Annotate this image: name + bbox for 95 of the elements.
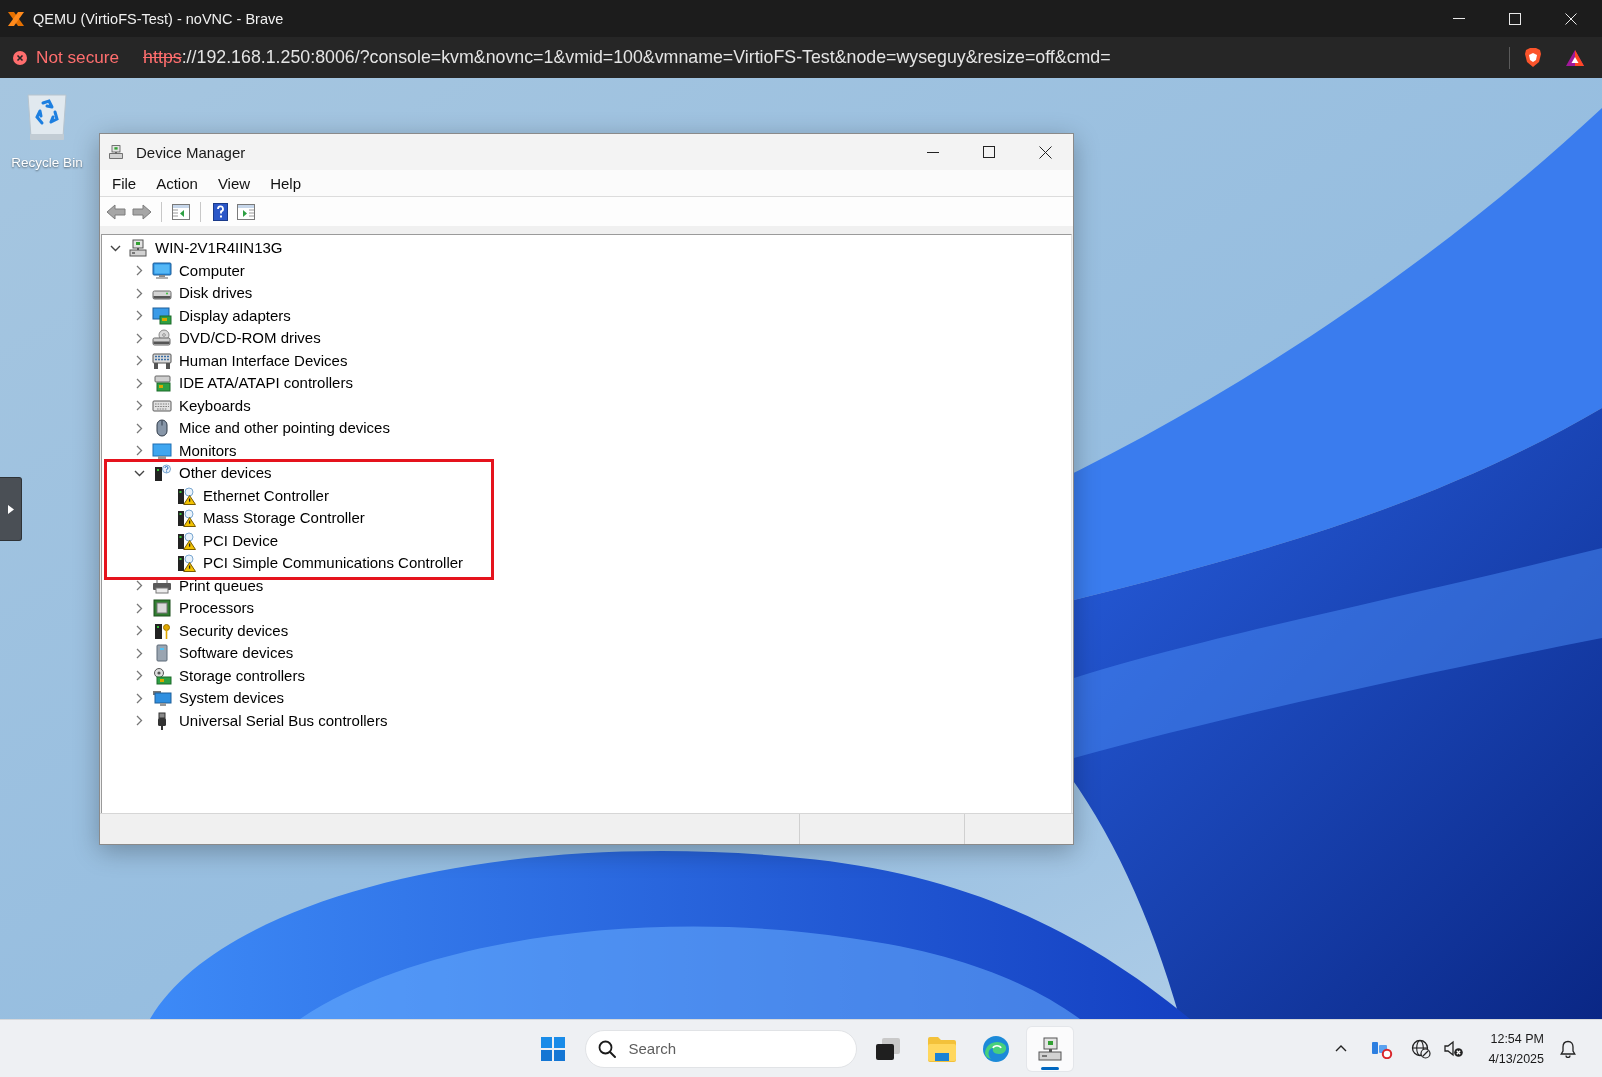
tree-item[interactable]: Ethernet Controller [203, 487, 329, 504]
bell-icon [1560, 1039, 1576, 1058]
controller-card-icon [152, 374, 172, 393]
chevron-right-icon[interactable] [135, 670, 143, 682]
tree-item[interactable]: Disk drives [179, 285, 253, 302]
address-field[interactable]: https://192.168.1.250:8006/?console=kvm&novnc=1&vmid=100&vmname=VirtioFS-Test&node=wyseguy&resize=off&cmd= [143, 43, 1509, 72]
tree-item[interactable]: Computer [179, 262, 245, 279]
tree-item[interactable]: Print queues [179, 577, 264, 594]
tree-item[interactable]: Security devices [179, 622, 289, 639]
chevron-right-icon[interactable] [135, 265, 143, 277]
browser-icon [981, 1034, 1010, 1063]
warning-device-icon [176, 486, 196, 505]
computer-icon [1036, 1036, 1063, 1061]
menu-item[interactable]: Action [146, 171, 208, 195]
chevron-right-icon[interactable] [135, 580, 143, 592]
chevron-right-icon[interactable] [135, 310, 143, 322]
tree-item[interactable]: PCI Simple Communications Controller [203, 555, 464, 572]
storage-controller-icon [152, 666, 172, 685]
chevron-right-icon[interactable] [135, 422, 143, 434]
chevron-down-icon[interactable] [133, 469, 145, 477]
chevron-down-icon[interactable] [109, 244, 121, 252]
chevron-right-icon[interactable] [135, 400, 143, 412]
folder-icon [926, 1035, 957, 1062]
panel-left-icon [172, 203, 190, 220]
sidebar-handle[interactable] [0, 477, 22, 541]
computer-icon [108, 144, 124, 160]
speaker-muted-icon [1444, 1039, 1465, 1058]
maximize-icon [1509, 12, 1521, 25]
search-icon [597, 1039, 616, 1058]
panel-right-icon [237, 203, 255, 220]
tree-item[interactable]: DVD/CD-ROM drives [179, 330, 321, 347]
chevron-right-icon[interactable] [135, 287, 143, 299]
window-title: Device Manager [136, 143, 246, 161]
tree-item[interactable]: Display adapters [179, 307, 291, 324]
tree-item[interactable]: IDE ATA/ATAPI controllers [179, 375, 353, 392]
input-device-icon [152, 351, 172, 370]
warning-device-icon [176, 531, 196, 550]
tree-item[interactable]: System devices [179, 690, 285, 707]
chevron-right-icon[interactable] [135, 355, 143, 367]
not-secure-icon [13, 50, 27, 65]
tree-item[interactable]: Monitors [179, 442, 237, 459]
tree-item[interactable]: Mice and other pointing devices [179, 420, 390, 437]
chevron-up-icon [1335, 1045, 1348, 1052]
chevron-right-icon[interactable] [135, 377, 143, 389]
tree-item[interactable]: Keyboards [179, 397, 251, 414]
monitor-icon [152, 441, 172, 460]
security-indicator-button[interactable]: Not secure [13, 47, 120, 68]
clock-time[interactable]: 12:54 PM [1490, 1028, 1544, 1049]
start-icon [540, 1036, 565, 1061]
tree-item[interactable]: Mass Storage Controller [203, 510, 365, 527]
minimize-icon [1453, 18, 1465, 19]
chevron-right-icon[interactable] [135, 647, 143, 659]
menu-item[interactable]: View [207, 171, 261, 195]
left-arrow-icon [106, 203, 126, 220]
shield-icon [1524, 47, 1542, 68]
task-view-icon [874, 1036, 901, 1061]
right-arrow-icon [132, 203, 152, 220]
warning-device-icon [176, 509, 196, 528]
close-icon [1038, 145, 1052, 159]
clock-date[interactable]: 4/13/2025 [1488, 1048, 1544, 1069]
computer-icon [128, 239, 148, 258]
tree-item[interactable]: Processors [179, 600, 255, 617]
tree-item[interactable]: Human Interface Devices [179, 352, 348, 369]
minimize-icon [927, 151, 939, 153]
x-logo-icon [7, 10, 25, 27]
chevron-right-icon[interactable] [135, 445, 143, 457]
system-monitor-icon [152, 689, 172, 708]
tower-key-icon [152, 621, 172, 640]
triangle-icon [1565, 48, 1585, 67]
tree-item[interactable]: Other devices [179, 465, 272, 482]
menu-item[interactable]: File [102, 171, 147, 195]
menu-item[interactable]: Help [260, 171, 311, 195]
unknown-device-icon [152, 464, 172, 483]
chevron-right-icon[interactable] [135, 715, 143, 727]
search-field[interactable]: Search [584, 1029, 857, 1068]
maximize-icon [983, 146, 995, 158]
tree-item[interactable]: Universal Serial Bus controllers [179, 712, 388, 729]
tree-item[interactable]: Software devices [179, 645, 294, 662]
display-adapter-icon [152, 306, 172, 325]
monitor-icon [152, 261, 172, 280]
caret-right-icon [7, 504, 14, 514]
optical-drive-icon [152, 329, 172, 348]
help-icon [212, 202, 228, 221]
chip-icon [152, 599, 172, 618]
tree-item[interactable]: PCI Device [203, 532, 279, 549]
chevron-right-icon[interactable] [135, 625, 143, 637]
close-icon [1565, 12, 1577, 25]
browser-title: QEMU (VirtioFS-Test) - noVNC - Brave [33, 10, 284, 27]
globe-disconnected-icon [1411, 1038, 1432, 1059]
chevron-right-icon[interactable] [135, 602, 143, 614]
tree-item[interactable]: Storage controllers [179, 667, 305, 684]
warning-device-icon [176, 554, 196, 573]
chevron-right-icon[interactable] [135, 332, 143, 344]
tree-item[interactable]: WIN-2V1R4IIN13G [155, 240, 283, 257]
chevron-right-icon[interactable] [135, 692, 143, 704]
